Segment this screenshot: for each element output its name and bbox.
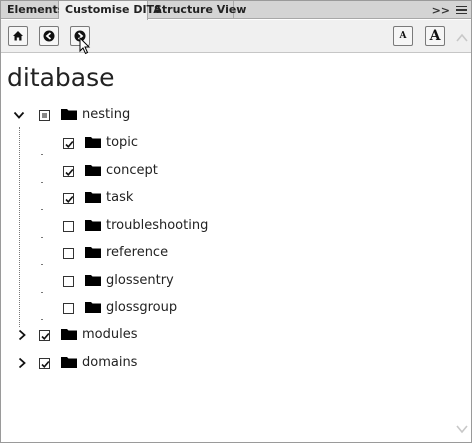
tree-item-task[interactable]: task bbox=[106, 190, 133, 206]
folder-icon bbox=[61, 329, 77, 340]
child-checkbox[interactable] bbox=[63, 193, 74, 204]
folder-icon bbox=[61, 357, 77, 368]
tab-customise-dita[interactable]: Customise DITA bbox=[59, 1, 162, 20]
tree-guide-tick bbox=[41, 292, 43, 293]
child-checkbox[interactable] bbox=[63, 303, 74, 314]
nesting-checkbox[interactable] bbox=[39, 110, 50, 121]
folder-icon bbox=[85, 137, 101, 148]
tree-item-topic[interactable]: topic bbox=[106, 135, 138, 151]
font-large-icon: A bbox=[429, 28, 441, 44]
tree-item-domains[interactable]: domains bbox=[82, 355, 137, 371]
folder-icon bbox=[85, 302, 101, 313]
tab-structure-view[interactable]: Structure View bbox=[148, 1, 246, 19]
folder-icon bbox=[61, 109, 77, 120]
folder-icon bbox=[85, 247, 101, 258]
tree-item-reference[interactable]: reference bbox=[106, 245, 168, 261]
tree-item-modules[interactable]: modules bbox=[82, 327, 138, 343]
child-checkbox[interactable] bbox=[63, 248, 74, 259]
folder-icon bbox=[85, 192, 101, 203]
panel-tab-bar: Elements Customise DITA Structure View >… bbox=[1, 1, 471, 20]
tree-item-troubleshooting[interactable]: troubleshooting bbox=[106, 218, 208, 234]
tree-guide-tick bbox=[41, 264, 43, 265]
font-small-icon: A bbox=[399, 30, 407, 41]
expand-chevron-icon[interactable] bbox=[16, 357, 28, 369]
home-icon bbox=[13, 31, 23, 41]
scroll-down-icon[interactable] bbox=[456, 424, 468, 434]
child-checkbox[interactable] bbox=[63, 221, 74, 232]
tree-guide-tick bbox=[41, 237, 43, 238]
customise-dita-panel: Elements Customise DITA Structure View >… bbox=[0, 0, 472, 443]
tree-guide-tick bbox=[41, 209, 43, 210]
back-arrow-icon bbox=[43, 30, 55, 42]
folder-icon bbox=[85, 275, 101, 286]
child-checkbox[interactable] bbox=[63, 166, 74, 177]
tree-guide-tick bbox=[41, 319, 43, 320]
panel-menu-icon[interactable] bbox=[456, 5, 467, 15]
home-button[interactable] bbox=[8, 26, 28, 46]
document-title: ditabase bbox=[7, 63, 115, 92]
expand-chevron-icon[interactable] bbox=[16, 329, 28, 341]
tabbar-controls: >> bbox=[432, 1, 467, 19]
child-checkbox[interactable] bbox=[63, 276, 74, 287]
modules-checkbox[interactable] bbox=[39, 330, 50, 341]
tree-item-nesting[interactable]: nesting bbox=[82, 107, 130, 123]
domains-checkbox[interactable] bbox=[39, 358, 50, 369]
scroll-up-icon[interactable] bbox=[456, 33, 468, 43]
tree-item-glossgroup[interactable]: glossgroup bbox=[106, 300, 177, 316]
tree-item-glossentry[interactable]: glossentry bbox=[106, 273, 174, 289]
mouse-cursor-icon bbox=[79, 37, 91, 55]
tree-item-concept[interactable]: concept bbox=[106, 163, 158, 179]
toolbar: A A bbox=[1, 20, 471, 55]
tree-guide-tick bbox=[41, 182, 43, 183]
collapse-chevron-icon[interactable] bbox=[13, 109, 25, 121]
back-button[interactable] bbox=[39, 26, 59, 46]
child-checkbox[interactable] bbox=[63, 138, 74, 149]
tree-guide-tick bbox=[41, 154, 43, 155]
overflow-tabs-button[interactable]: >> bbox=[432, 4, 450, 17]
tab-elements[interactable]: Elements bbox=[1, 1, 64, 19]
increase-font-button[interactable]: A bbox=[425, 26, 445, 46]
tree-guide-line bbox=[19, 127, 20, 327]
folder-icon bbox=[85, 220, 101, 231]
folder-icon bbox=[85, 165, 101, 176]
decrease-font-button[interactable]: A bbox=[393, 26, 413, 46]
